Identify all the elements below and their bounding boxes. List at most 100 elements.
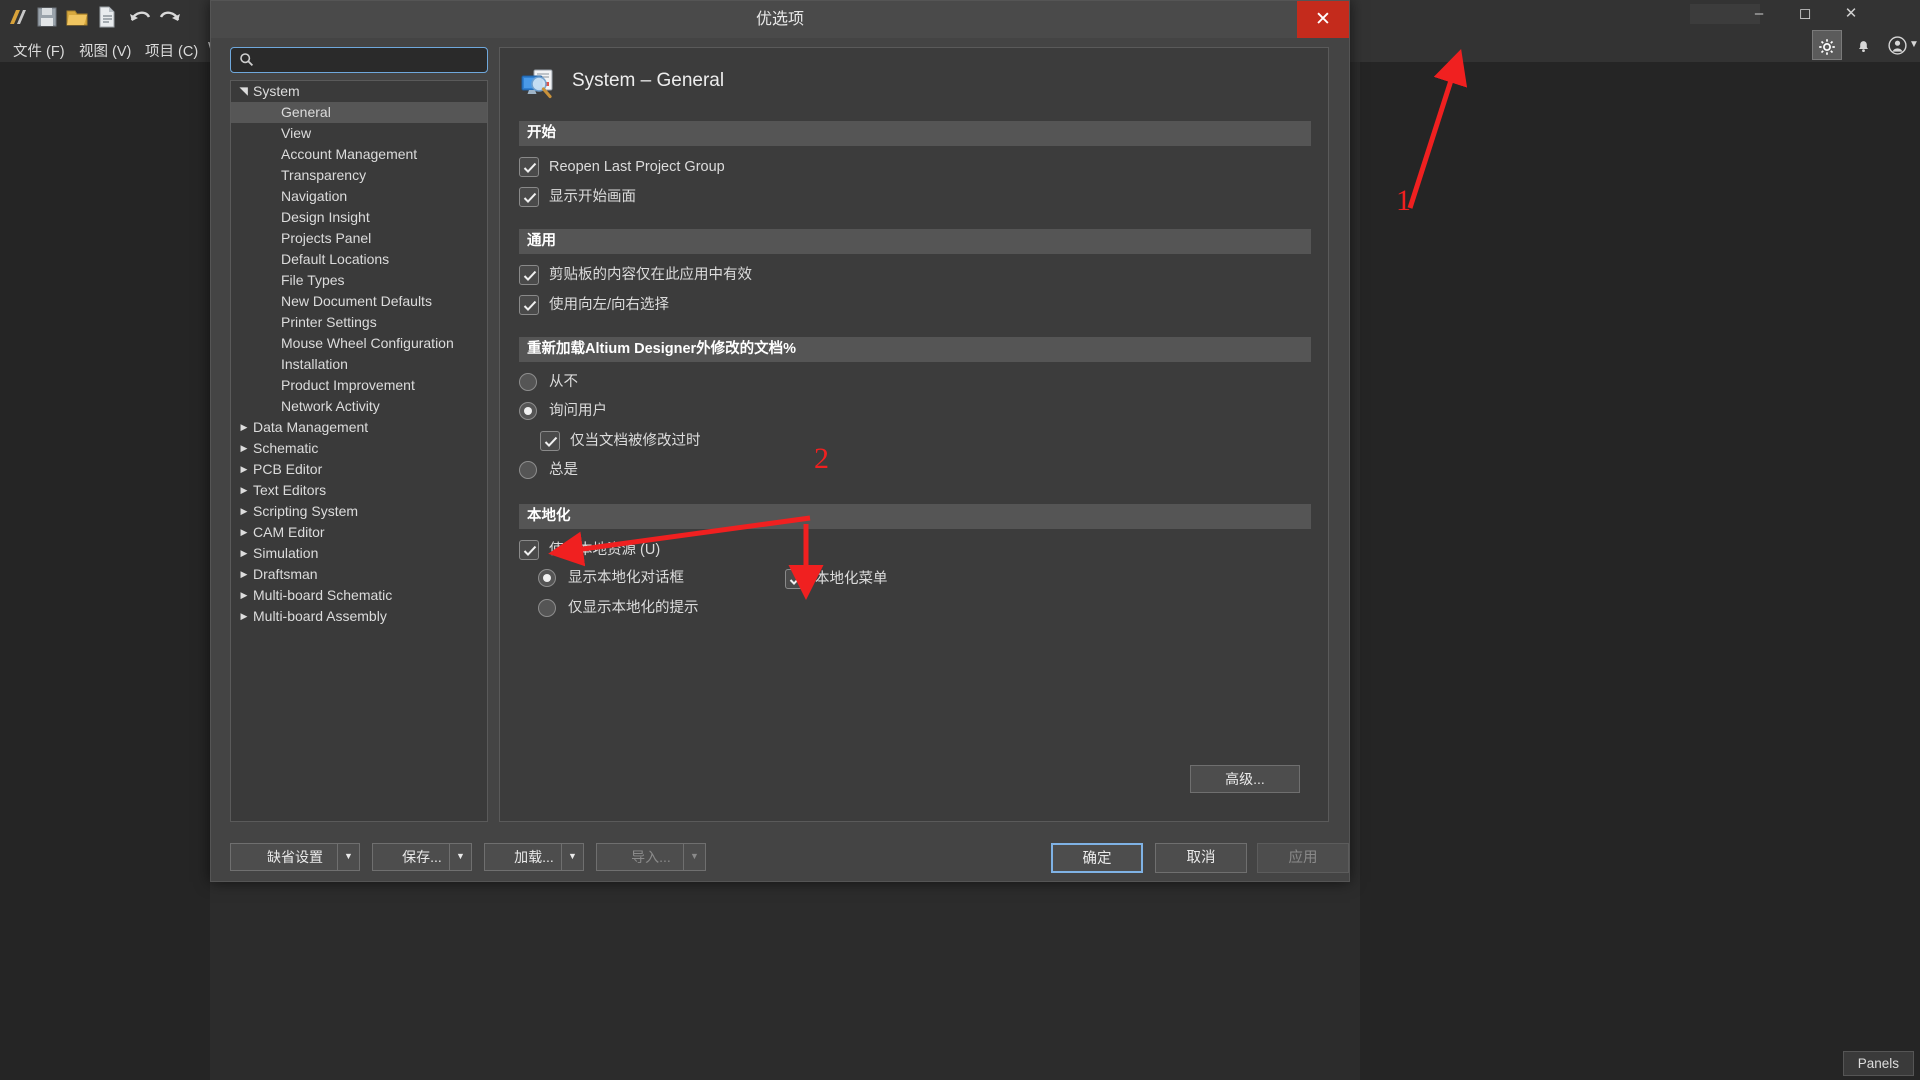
chevron-right-icon[interactable]: ▶ [237,501,251,522]
option-label: 总是 [549,459,578,481]
checkbox-clipboard-local-only[interactable] [519,265,539,285]
gear-icon[interactable] [1812,30,1842,60]
chevron-down-icon[interactable]: ▼ [337,843,359,871]
dialog-footer: 缺省设置 ▼ 保存... ▼ 加载... ▼ 导入... ▼ 确定 取消 应用 [211,827,1349,882]
tree-item-new-document-defaults[interactable]: New Document Defaults [231,291,487,312]
chevron-down-icon: ▼ [683,843,705,871]
option-label: 仅显示本地化的提示 [568,597,699,619]
tree-item-draftsman[interactable]: ▶Draftsman [231,564,487,585]
cancel-button[interactable]: 取消 [1155,843,1247,873]
checkbox-only-when-modified[interactable] [540,431,560,451]
new-document-icon[interactable] [94,4,124,32]
menu-project[interactable]: 项目 (C) [142,39,201,62]
open-folder-icon[interactable] [64,4,94,32]
tree-item-mouse-wheel-configuration[interactable]: Mouse Wheel Configuration [231,333,487,354]
tree-item-text-editors[interactable]: ▶Text Editors [231,480,487,501]
tree-item-schematic[interactable]: ▶Schematic [231,438,487,459]
tree-item-product-improvement[interactable]: Product Improvement [231,375,487,396]
radio-reload-ask-user[interactable] [519,402,537,420]
chevron-right-icon[interactable]: ▶ [237,480,251,501]
checkbox-reopen-last-project-group[interactable] [519,157,539,177]
radio-reload-never[interactable] [519,373,537,391]
tree-item-printer-settings[interactable]: Printer Settings [231,312,487,333]
radio-localized-hints-only[interactable] [538,599,556,617]
tree-item-view[interactable]: View [231,123,487,144]
checkbox-use-localized-resources[interactable] [519,540,539,560]
restore-button[interactable]: ◻ [1782,0,1828,28]
menu-file[interactable]: 文件 (F) [10,39,68,62]
chevron-down-icon[interactable]: ▼ [561,843,583,871]
chevron-right-icon[interactable]: ▶ [237,585,251,606]
tree-item-pcb-editor[interactable]: ▶PCB Editor [231,459,487,480]
search-box[interactable] [230,47,488,73]
tree-item-network-activity[interactable]: Network Activity [231,396,487,417]
advanced-button[interactable]: 高级... [1190,765,1300,793]
option-label: 询问用户 [549,400,607,422]
tree-item-label: Draftsman [253,564,318,585]
defaults-button[interactable]: 缺省设置 ▼ [230,843,360,871]
preferences-tree[interactable]: ◢SystemGeneralViewAccount ManagementTran… [230,80,488,822]
tree-item-label: Scripting System [253,501,358,522]
annotation-number-1: 1 [1396,184,1411,218]
chevron-right-icon[interactable]: ▶ [237,417,251,438]
tree-item-general[interactable]: General [231,102,487,123]
tree-item-navigation[interactable]: Navigation [231,186,487,207]
search-input[interactable] [261,48,481,72]
chevron-down-icon[interactable]: ▼ [1907,30,1920,60]
chevron-right-icon[interactable]: ▶ [237,522,251,543]
chevron-right-icon[interactable]: ▶ [237,459,251,480]
checkbox-use-left-right-selection[interactable] [519,295,539,315]
tree-item-default-locations[interactable]: Default Locations [231,249,487,270]
tree-item-design-insight[interactable]: Design Insight [231,207,487,228]
preferences-content-panel: System – General 开始 Reopen Last Project … [499,47,1329,822]
tree-item-simulation[interactable]: ▶Simulation [231,543,487,564]
panels-tab[interactable]: Panels [1843,1051,1914,1076]
tree-item-label: Projects Panel [281,228,371,249]
menu-view[interactable]: 视图 (V) [76,39,134,62]
chevron-right-icon[interactable]: ▶ [237,606,251,627]
tree-item-scripting-system[interactable]: ▶Scripting System [231,501,487,522]
redo-icon[interactable] [156,4,186,32]
tree-item-label: Network Activity [281,396,380,417]
ok-button[interactable]: 确定 [1051,843,1143,873]
checkbox-show-splash-screen[interactable] [519,187,539,207]
tree-item-label: Multi-board Schematic [253,585,392,606]
close-icon[interactable]: ✕ [1297,1,1349,38]
save-icon[interactable] [34,4,64,32]
tree-item-multi-board-assembly[interactable]: ▶Multi-board Assembly [231,606,487,627]
bell-icon[interactable] [1848,30,1878,60]
tree-item-file-types[interactable]: File Types [231,270,487,291]
tree-item-transparency[interactable]: Transparency [231,165,487,186]
tree-item-label: New Document Defaults [281,291,432,312]
tree-item-system[interactable]: ◢System [231,81,487,102]
radio-reload-always[interactable] [519,461,537,479]
close-button[interactable]: ✕ [1828,0,1874,28]
minimize-button[interactable]: – [1736,0,1782,28]
tree-item-projects-panel[interactable]: Projects Panel [231,228,487,249]
tree-item-label: File Types [281,270,345,291]
altium-logo-icon[interactable] [4,4,34,32]
load-button[interactable]: 加载... ▼ [484,843,584,871]
tree-item-installation[interactable]: Installation [231,354,487,375]
tree-item-multi-board-schematic[interactable]: ▶Multi-board Schematic [231,585,487,606]
radio-display-localized-dialogs[interactable] [538,569,556,587]
tree-item-label: Installation [281,354,348,375]
tree-item-label: System [253,81,300,102]
chevron-down-icon[interactable]: ▼ [449,843,471,871]
chevron-right-icon[interactable]: ▶ [237,438,251,459]
import-button: 导入... ▼ [596,843,706,871]
right-panel-area [1360,62,1920,1080]
chevron-right-icon[interactable]: ▶ [237,564,251,585]
tree-item-account-management[interactable]: Account Management [231,144,487,165]
save-button[interactable]: 保存... ▼ [372,843,472,871]
dialog-title: 优选项 [211,1,1349,38]
window-controls: – ◻ ✕ [1420,0,1920,28]
option-label: 使用本地资源 (U) [549,539,660,561]
chevron-right-icon[interactable]: ▶ [237,543,251,564]
tree-item-cam-editor[interactable]: ▶CAM Editor [231,522,487,543]
option-label: 显示本地化对话框 [568,567,684,589]
chevron-down-icon[interactable]: ◢ [234,85,255,99]
undo-icon[interactable] [126,4,156,32]
tree-item-data-management[interactable]: ▶Data Management [231,417,487,438]
checkbox-localized-menus[interactable] [785,569,805,589]
